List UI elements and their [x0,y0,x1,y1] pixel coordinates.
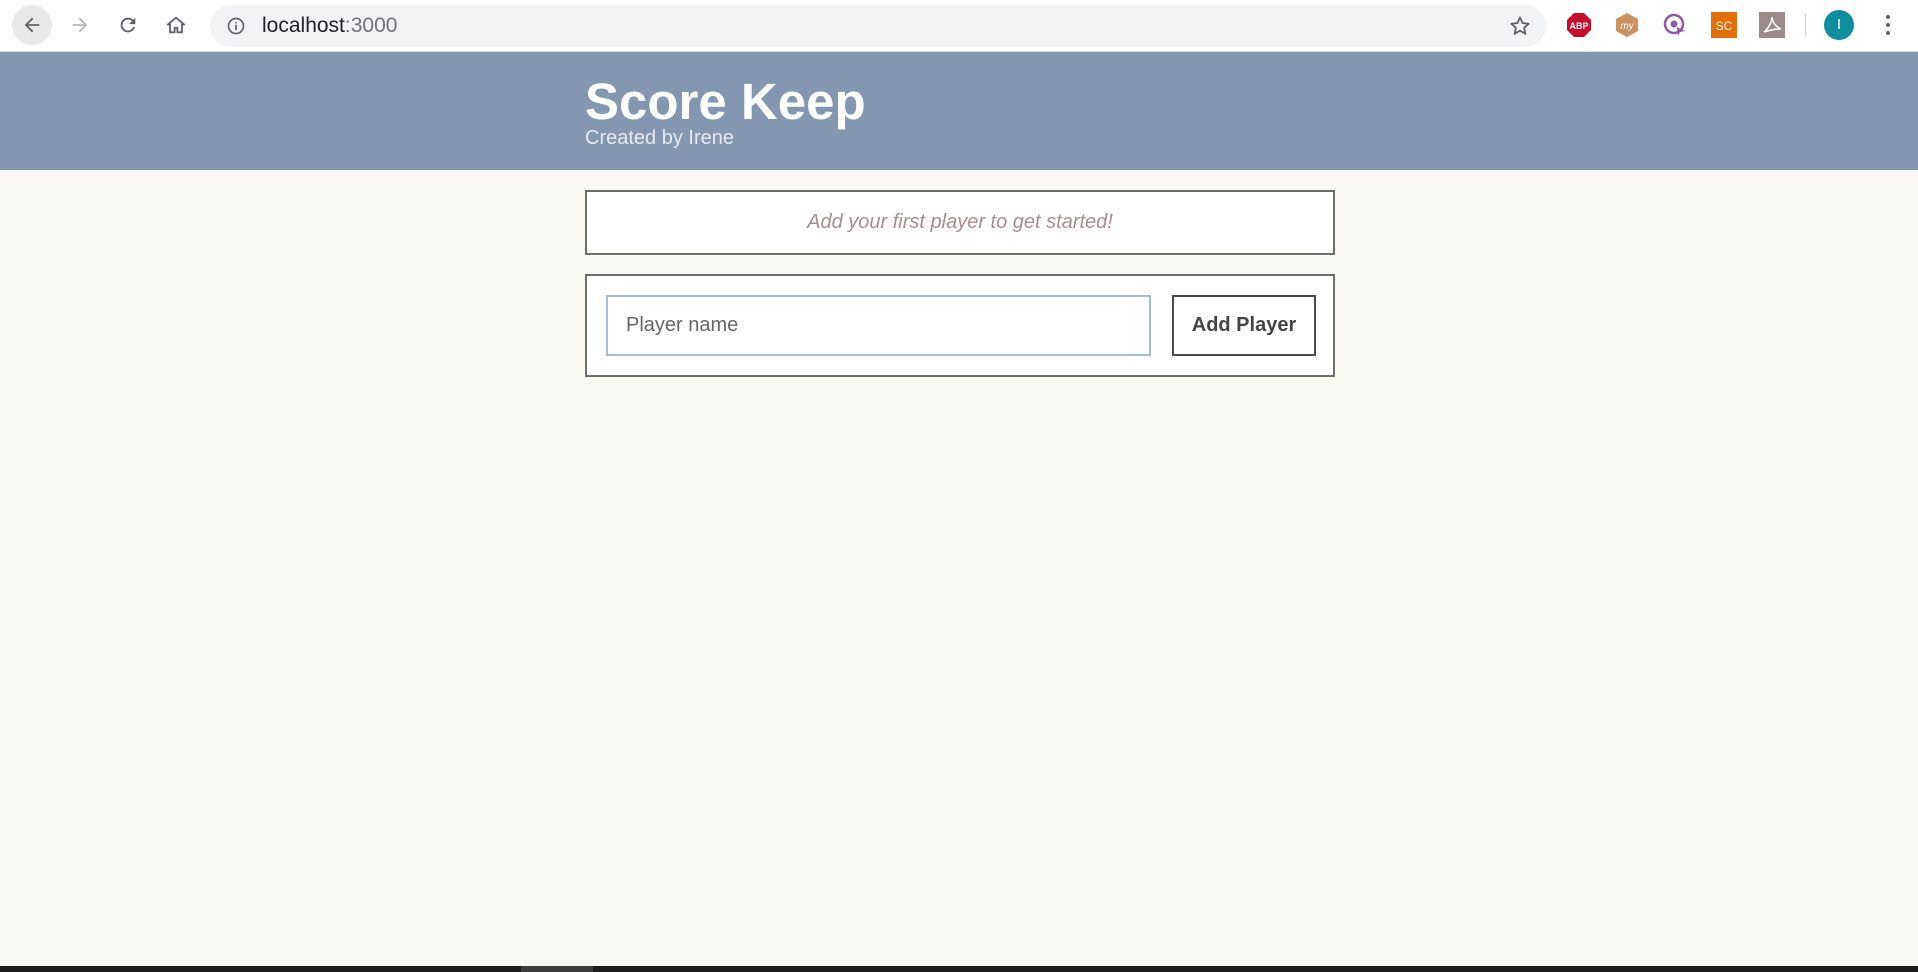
app-title: Score Keep [585,73,866,130]
sc-extension-icon: SC [1711,12,1737,38]
my-extension[interactable]: my [1614,12,1640,38]
star-icon[interactable] [1508,14,1532,38]
app-subtitle: Created by Irene [585,127,734,149]
reload-button[interactable] [108,5,148,45]
scrollbar-thumb[interactable] [521,966,593,972]
my-extension-label: my [1620,21,1634,32]
url-text[interactable]: localhost:3000 [262,5,397,47]
home-icon [166,16,186,34]
adblock-plus-icon: ABP [1567,13,1591,37]
profile-avatar[interactable]: I [1824,10,1854,40]
empty-state-message: Add your first player to get started! [807,211,1113,233]
back-button[interactable] [12,5,52,45]
forward-button[interactable] [60,5,100,45]
cast-extension[interactable] [1662,12,1688,38]
address-bar[interactable]: localhost:3000 [210,5,1546,47]
add-player-button[interactable]: Add Player [1172,295,1316,356]
browser-toolbar: localhost:3000 ABP my SC I [0,0,1918,52]
add-player-form: Add Player [585,274,1335,377]
kebab-menu-icon[interactable] [1878,12,1898,38]
sc-extension[interactable]: SC [1711,12,1737,38]
sc-extension-label: SC [1716,19,1733,33]
toolbar-divider [1805,14,1806,36]
app-header: Score Keep Created by Irene [0,52,1918,170]
url-port: :3000 [344,14,398,37]
url-host: localhost [262,14,345,37]
reload-icon [120,17,136,33]
player-list-empty-state: Add your first player to get started! [585,190,1335,255]
pdf-icon [1759,12,1785,38]
info-icon[interactable] [226,16,246,36]
arrow-right-icon [72,17,88,33]
my-extension-icon: my [1616,13,1638,37]
home-button[interactable] [156,5,196,45]
pdf-extension[interactable] [1759,12,1785,38]
adblock-label: ABP [1569,21,1588,31]
player-name-input[interactable] [606,295,1151,356]
adblock-plus-extension[interactable]: ABP [1566,12,1592,38]
cast-extension-icon [1663,13,1685,36]
horizontal-scrollbar[interactable] [0,966,1918,972]
arrow-left-icon [24,17,40,33]
